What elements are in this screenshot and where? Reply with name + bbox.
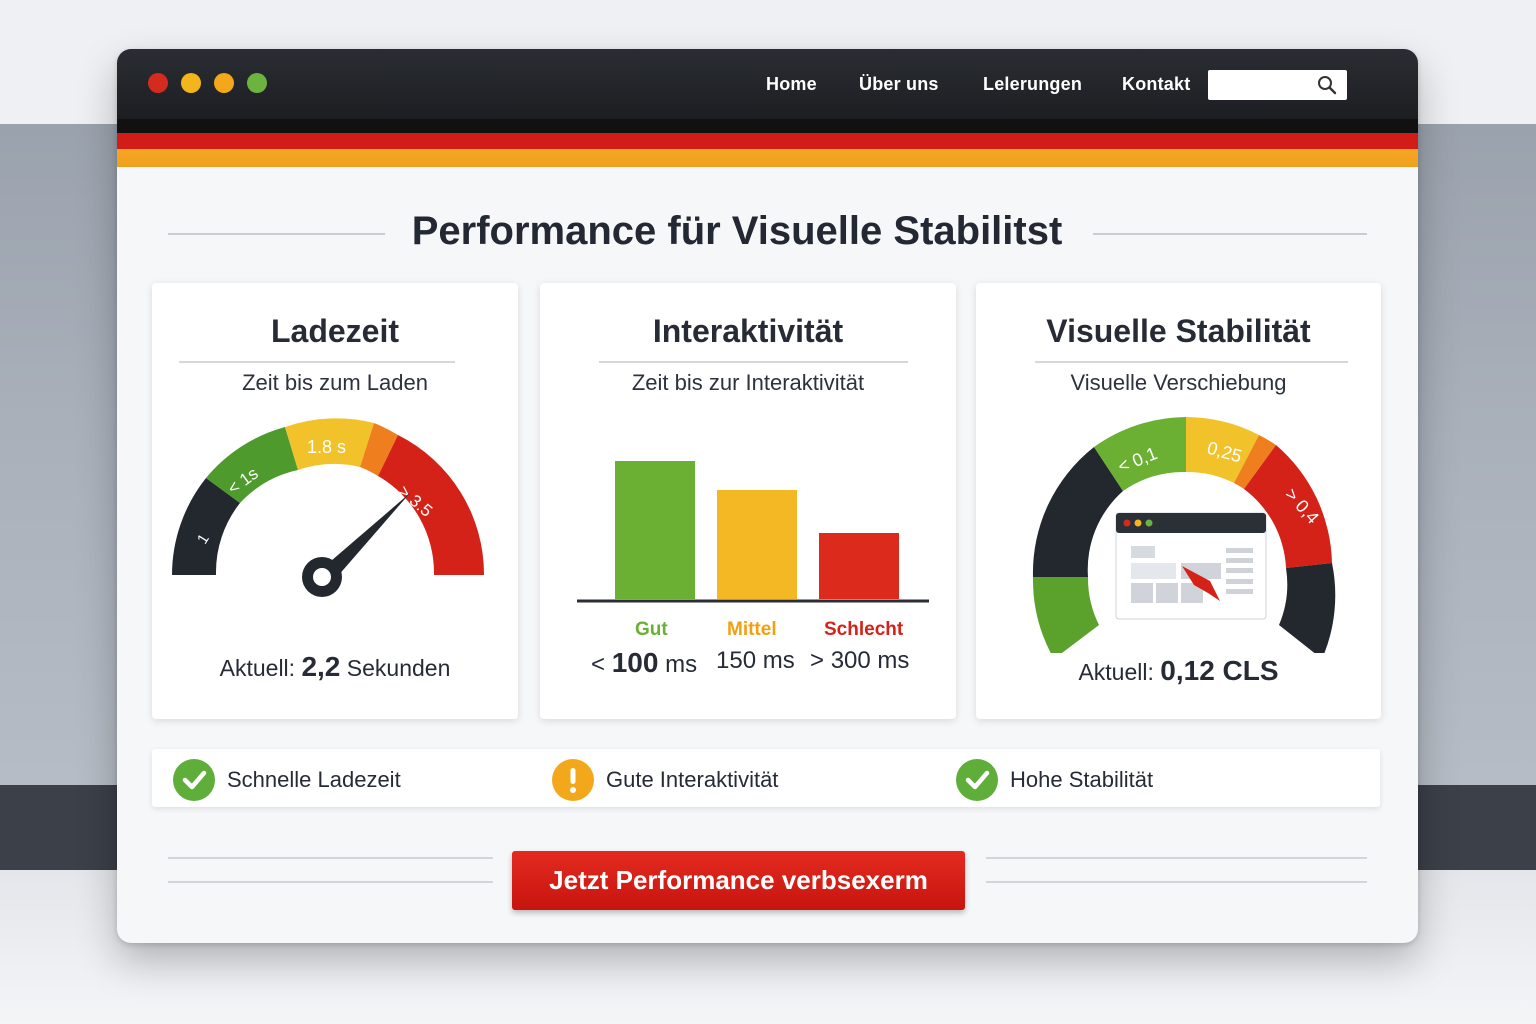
load-time-gauge: 1 < 1s 1.8 s > 3.5: [172, 418, 485, 597]
card-title: Visuelle Stabilität: [1046, 313, 1311, 349]
warning-icon: [552, 759, 594, 801]
card-divider: [179, 361, 455, 363]
window-extra-control[interactable]: [214, 73, 234, 93]
nav-about[interactable]: Über uns: [859, 74, 939, 95]
bar-value-prefix: <: [591, 651, 606, 678]
search-icon[interactable]: [1317, 75, 1337, 95]
nav-services[interactable]: Lelerungen: [983, 74, 1082, 95]
current-prefix: Aktuell:: [1078, 659, 1154, 685]
bar-value-unit: ms: [762, 647, 795, 674]
bar-value-unit: ms: [665, 651, 698, 678]
improve-performance-button[interactable]: Jetzt Performance verbsexerm: [512, 851, 965, 910]
cta-divider-left-top: [168, 857, 493, 859]
window-maximize-control[interactable]: [247, 73, 267, 93]
card-load-time: Ladezeit Zeit bis zum Laden 1 < 1s 1.8 s…: [152, 283, 518, 719]
gauge-label-3: 1.8 s: [307, 437, 346, 457]
current-prefix: Aktuell:: [219, 655, 296, 681]
window-close-control[interactable]: [148, 73, 168, 93]
check-icon: [173, 759, 215, 801]
status-summary-bar: Schnelle Ladezeit Gute Interaktivität Ho…: [152, 749, 1380, 807]
cta-divider-right-top: [986, 857, 1367, 859]
bar-value-poor: > 300 ms: [810, 647, 909, 675]
flag-stripe-red: [117, 133, 1418, 149]
card-subtitle: Zeit bis zum Laden: [242, 370, 428, 395]
bar-label-poor: Schlecht: [824, 619, 904, 640]
stability-current-value: Aktuell: 0,12 CLS: [976, 655, 1381, 687]
gauge-segment-dark-right: [1279, 563, 1336, 653]
bar-label-good: Gut: [635, 619, 668, 640]
bar-value-unit: ms: [877, 647, 910, 674]
bar-poor: [819, 533, 899, 599]
card-subtitle: Zeit bis zur Interaktivität: [631, 370, 865, 395]
gauge-hub-center: [313, 568, 331, 586]
page-title: Performance für Visuelle Stabilitst: [411, 209, 1063, 253]
browser-topbar: Home Über uns Lelerungen Kontakt: [117, 49, 1418, 119]
gauge-segment-green-low: [1032, 577, 1099, 653]
search-input[interactable]: [1208, 70, 1347, 100]
flag-stripe-black: [117, 119, 1418, 133]
bar-value-number: 100: [611, 647, 659, 678]
check-icon: [956, 759, 998, 801]
status-label: Gute Interaktivität: [606, 767, 779, 792]
current-number: 0,12 CLS: [1160, 655, 1279, 686]
bar-value-prefix: >: [810, 647, 825, 674]
interactivity-bar-chart: [577, 461, 929, 603]
card-subtitle: Visuelle Verschiebung: [1070, 370, 1287, 395]
bar-label-medium: Mittel: [727, 619, 777, 640]
stability-gauge: < 0,1 0,25 > 0,4: [1032, 417, 1336, 653]
browser-window: Home Über uns Lelerungen Kontakt Perform…: [117, 49, 1418, 943]
flag-stripe-gold: [117, 149, 1418, 167]
card-divider: [599, 361, 908, 363]
card-title: Interaktivität: [652, 313, 844, 349]
card-visual-stability: Visuelle Stabilität Visuelle Verschiebun…: [976, 283, 1381, 719]
current-number: 2,2: [301, 651, 341, 682]
bar-value-medium: 150 ms: [716, 647, 795, 675]
bar-good: [615, 461, 695, 599]
cta-divider-left-bottom: [168, 881, 493, 883]
bar-value-number: 300: [830, 647, 871, 674]
bar-medium: [717, 490, 797, 599]
card-interactivity: Interaktivität Zeit bis zur Interaktivit…: [540, 283, 956, 719]
bar-value-good: < 100 ms: [591, 647, 697, 679]
cta-divider-right-bottom: [986, 881, 1367, 883]
load-current-value: Aktuell: 2,2 Sekunden: [152, 651, 518, 683]
nav-contact[interactable]: Kontakt: [1122, 74, 1190, 95]
card-title: Ladezeit: [270, 313, 400, 349]
status-label: Hohe Stabilität: [1010, 767, 1154, 792]
card-divider: [1035, 361, 1348, 363]
bar-value-number: 150: [716, 647, 757, 674]
current-unit: Sekunden: [346, 655, 451, 681]
status-label: Schnelle Ladezeit: [227, 767, 401, 792]
nav-home[interactable]: Home: [766, 74, 817, 95]
window-minimize-control[interactable]: [181, 73, 201, 93]
layout-shift-illustration: [1115, 512, 1267, 620]
